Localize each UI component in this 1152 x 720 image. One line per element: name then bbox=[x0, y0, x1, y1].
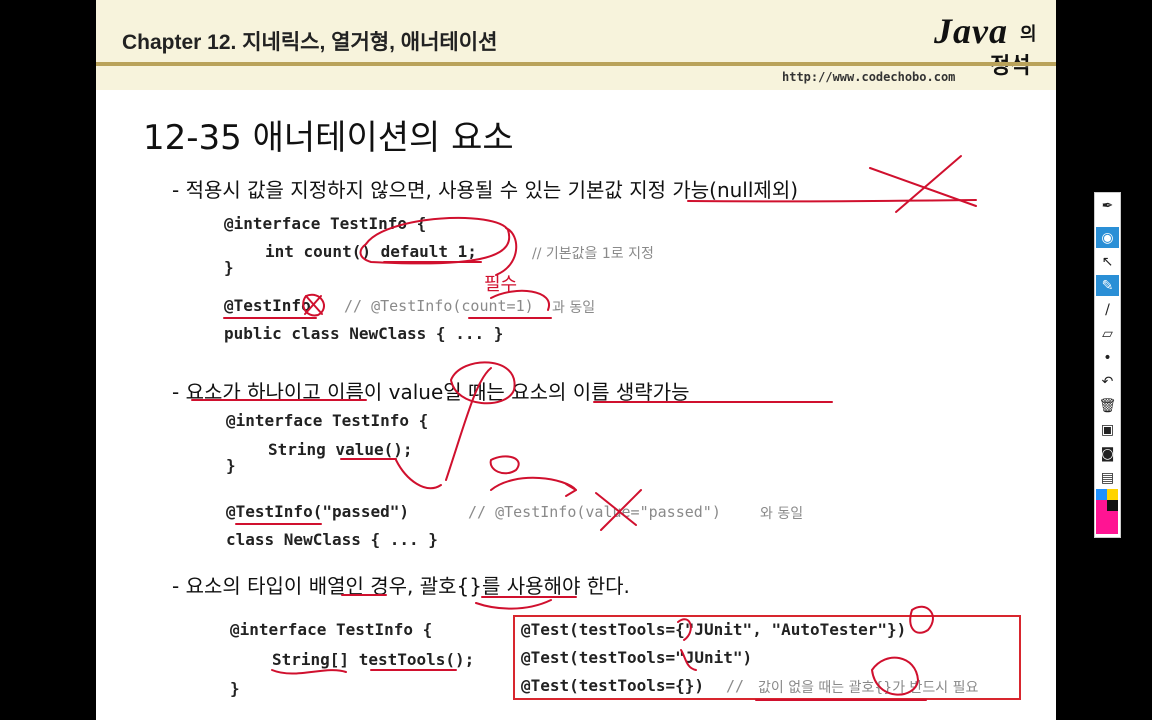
code-line: } bbox=[226, 456, 236, 475]
chapter-title: Chapter 12. 지네릭스, 열거형, 애너테이션 bbox=[122, 31, 498, 54]
code-comment: // bbox=[726, 677, 745, 695]
code-comment-tail: 과 동일 bbox=[552, 300, 596, 316]
camera-icon[interactable]: ◙ bbox=[1096, 443, 1119, 464]
code-line: } bbox=[224, 258, 234, 277]
clipboard-icon[interactable]: ▤ bbox=[1096, 467, 1119, 488]
handwritten-note: 필수 bbox=[484, 274, 517, 295]
code-comment: // @TestInfo(value="passed") bbox=[468, 503, 721, 521]
site-url: http://www.codechobo.com bbox=[782, 70, 956, 84]
code-line: @Test(testTools="JUnit") bbox=[521, 648, 753, 667]
undo-icon[interactable]: ↶ bbox=[1096, 371, 1119, 392]
code-line: @interface TestInfo { bbox=[230, 620, 433, 639]
code-line: @interface TestInfo { bbox=[226, 411, 429, 430]
eraser-icon[interactable]: ▱ bbox=[1096, 323, 1119, 344]
screen-icon[interactable]: ▣ bbox=[1096, 419, 1119, 440]
bullet-value-omit: - 요소가 하나이고 이름이 value일 때는 요소의 이름 생략가능 bbox=[172, 380, 690, 404]
pen-nib-icon[interactable]: ✒ bbox=[1096, 195, 1119, 216]
logo-main: Java bbox=[934, 11, 1008, 51]
pen-icon[interactable]: / bbox=[1096, 299, 1119, 320]
slide-title: 12-35 애너테이션의 요소 bbox=[143, 118, 514, 158]
logo-suffix: 의 bbox=[1020, 24, 1037, 45]
code-line: @TestInfo bbox=[224, 296, 311, 315]
cursor-icon[interactable]: ↖ bbox=[1096, 251, 1119, 272]
code-line: String[] testTools(); bbox=[272, 650, 475, 669]
bullet-array-braces: - 요소의 타입이 배열인 경우, 괄호{}를 사용해야 한다. bbox=[172, 574, 630, 598]
code-line: @Test(testTools={"JUnit", "AutoTester"}) bbox=[521, 620, 907, 639]
code-comment-tail: 와 동일 bbox=[760, 506, 804, 522]
lecture-slide: Chapter 12. 지네릭스, 열거형, 애너테이션 Java 의 정석 h… bbox=[96, 0, 1056, 720]
swatch-blue[interactable] bbox=[1096, 489, 1107, 500]
swatch-yellow[interactable] bbox=[1107, 489, 1118, 500]
drawing-toolbar: ✒ ◉ ↖ ✎ / ▱ • ↶ 🗑 ▣ ◙ ▤ bbox=[1094, 192, 1121, 538]
java-logo: Java 의 정석 bbox=[934, 10, 1037, 79]
eye-icon[interactable]: ◉ bbox=[1096, 227, 1119, 248]
pen-annotations: 필수 bbox=[191, 155, 977, 701]
dot-icon[interactable]: • bbox=[1096, 347, 1119, 368]
code-line: } bbox=[230, 679, 240, 698]
code-line: @Test(testTools={}) bbox=[521, 676, 705, 695]
code-comment: // @TestInfo(count=1) bbox=[344, 297, 534, 315]
code-line: @interface TestInfo { bbox=[224, 214, 427, 233]
color-swatches bbox=[1096, 489, 1119, 535]
swatch-black[interactable] bbox=[1107, 500, 1118, 511]
code-line: String value(); bbox=[268, 440, 413, 459]
trash-icon[interactable]: 🗑 bbox=[1096, 395, 1119, 416]
code-line: public class NewClass { ... } bbox=[224, 324, 504, 343]
code-comment-tail: 값이 없을 때는 괄호{}가 반드시 필요 bbox=[758, 680, 979, 696]
code-comment: // 기본값을 1로 지정 bbox=[532, 246, 654, 262]
code-line: @TestInfo("passed") bbox=[226, 502, 410, 521]
slide-header: Chapter 12. 지네릭스, 열거형, 애너테이션 Java 의 정석 h… bbox=[96, 0, 1056, 90]
highlighter-icon[interactable]: ✎ bbox=[1096, 275, 1119, 296]
header-divider bbox=[96, 62, 1056, 66]
code-line: int count() default 1; bbox=[265, 242, 477, 261]
code-line: class NewClass { ... } bbox=[226, 530, 438, 549]
bullet-default-value: - 적용시 값을 지정하지 않으면, 사용될 수 있는 기본값 지정 가능(nu… bbox=[172, 178, 799, 202]
